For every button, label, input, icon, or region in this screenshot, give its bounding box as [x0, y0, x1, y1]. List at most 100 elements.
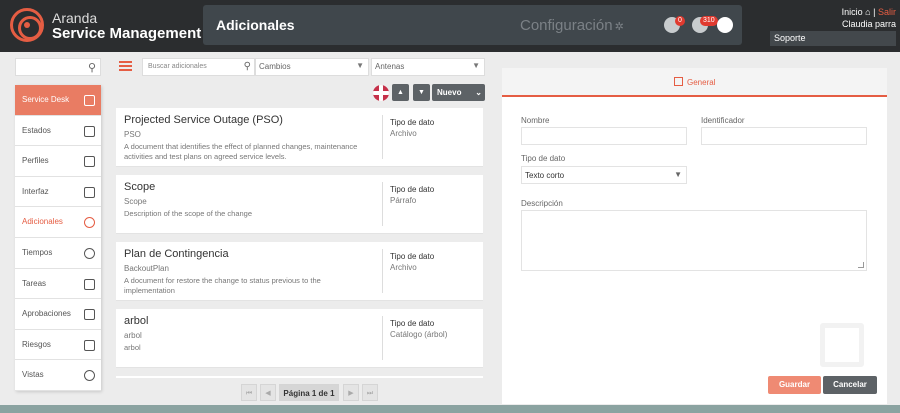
item-description: A document that identifies the effect of… [124, 142, 358, 161]
item-description: A document for restore the change to sta… [124, 276, 321, 295]
sidebar-item-service-desk[interactable]: Service Desk [15, 85, 101, 116]
config-label: Configuración [520, 17, 613, 34]
user-box: Inicio ⌂ | Salir Claudia parra [842, 6, 896, 30]
sidebar-item-label: Aprobaciones [22, 309, 71, 319]
item-title: Scope [124, 181, 156, 193]
language-flag-icon[interactable] [373, 85, 389, 101]
move-up-button[interactable]: ▲ [392, 84, 409, 101]
caret-down-icon: ▼ [472, 61, 480, 70]
sidebar-item-estados[interactable]: Estados [15, 116, 101, 147]
sidebar-item-vistas[interactable]: Vistas [15, 360, 101, 391]
caret-down-icon: ▼ [674, 170, 682, 179]
item-type-label: Tipo de dato [390, 185, 435, 194]
sidebar-item-aprobaciones[interactable]: Aprobaciones [15, 299, 101, 330]
item-title: Plan de Contingencia [124, 248, 229, 260]
prev-page-button[interactable]: ◀ [260, 384, 276, 401]
divider [382, 316, 383, 360]
search-icon[interactable]: ⚲ [244, 61, 251, 72]
config-menu[interactable]: Configuración ✲ [520, 17, 624, 34]
divider [382, 182, 383, 226]
support-select[interactable]: Soporte [770, 31, 896, 46]
logo-icon [10, 8, 44, 42]
item-type-label: Tipo de dato [390, 252, 435, 261]
home-icon[interactable]: ⌂ [865, 7, 870, 17]
hamburger-menu-icon[interactable] [119, 61, 132, 71]
item-identifier: arbol [124, 331, 142, 340]
list-item[interactable]: arbol arbol arbol Tipo de dato Catálogo … [116, 309, 483, 368]
item-identifier: Scope [124, 197, 147, 206]
sidebar-item-adicionales[interactable]: Adicionales [15, 207, 101, 238]
list-item[interactable] [116, 376, 483, 378]
tab-general-label: General [687, 78, 716, 87]
search-icon[interactable]: ⚲ [88, 61, 96, 74]
name-field[interactable] [521, 127, 687, 145]
caret-down-icon: ▼ [356, 61, 364, 70]
edit-icon [674, 77, 683, 86]
divider [382, 115, 383, 159]
datatype-select[interactable]: Texto corto ▼ [521, 166, 687, 184]
project-select[interactable]: Antenas ▼ [371, 58, 485, 76]
chevron-down-icon[interactable]: ⌄ [475, 84, 482, 101]
item-identifier: BackoutPlan [124, 264, 169, 273]
copy-icon [84, 125, 95, 137]
sidebar-item-label: Riesgos [22, 339, 51, 349]
badge-icon [84, 156, 95, 168]
stamp-icon [84, 309, 95, 321]
item-type-label: Tipo de dato [390, 319, 435, 328]
downloads-badge: 0 [675, 16, 685, 26]
list-item[interactable]: Scope Scope Description of the scope of … [116, 175, 483, 234]
sidebar: Service Desk Estados Perfiles Interfaz A… [15, 85, 101, 391]
save-button[interactable]: Guardar [768, 376, 821, 394]
stopwatch-icon [84, 247, 95, 259]
footer-bar [0, 405, 900, 413]
home-link[interactable]: Inicio [842, 7, 863, 17]
category-select[interactable]: Cambios ▼ [255, 58, 369, 76]
last-page-button[interactable]: ⏭ [362, 384, 378, 401]
sidebar-item-tiempos[interactable]: Tiempos [15, 238, 101, 269]
page-indicator: Página 1 de 1 [279, 384, 339, 401]
sidebar-item-perfiles[interactable]: Perfiles [15, 146, 101, 177]
sidebar-item-label: Vistas [22, 370, 44, 380]
sidebar-item-interfaz[interactable]: Interfaz [15, 177, 101, 208]
list-item[interactable]: Projected Service Outage (PSO) PSO A doc… [116, 108, 483, 167]
description-label: Descripción [521, 199, 563, 208]
item-description: Description of the scope of the change [124, 209, 252, 218]
brand-top-text: Aranda [52, 10, 98, 26]
item-type-value: Archivo [390, 129, 417, 138]
item-description: arbol [124, 343, 141, 352]
logout-link[interactable]: Salir [878, 7, 896, 17]
search-additional-input[interactable]: Buscar adicionales ⚲ [142, 58, 255, 76]
item-type-value: Párrafo [390, 196, 417, 205]
new-button-label: Nuevo [437, 88, 462, 97]
cancel-button[interactable]: Cancelar [823, 376, 877, 394]
avatar[interactable] [717, 17, 733, 33]
barrier-icon [84, 339, 95, 351]
copy-icon [84, 95, 95, 106]
tab-general[interactable]: General [674, 77, 715, 87]
move-down-button[interactable]: ▼ [413, 84, 430, 101]
edit-watermark-icon [820, 323, 864, 367]
sidebar-item-label: Perfiles [22, 156, 49, 166]
category-select-value: Cambios [259, 62, 291, 71]
notifications-badge: 310 [700, 16, 718, 26]
sidebar-item-label: Service Desk [22, 95, 70, 104]
sidebar-item-label: Estados [22, 125, 51, 135]
new-button[interactable]: Nuevo ⌄ [432, 84, 485, 101]
sidebar-item-label: Tareas [22, 278, 47, 288]
brand-bottom-text: Service Management [52, 25, 202, 42]
plus-circle-icon [84, 217, 95, 229]
list-item[interactable]: Plan de Contingencia BackoutPlan A docum… [116, 242, 483, 301]
next-page-button[interactable]: ▶ [343, 384, 359, 401]
identifier-field[interactable] [701, 127, 867, 145]
datatype-select-value: Texto corto [525, 171, 565, 180]
first-page-button[interactable]: ⏮ [241, 384, 257, 401]
item-type-value: Catálogo (árbol) [390, 330, 448, 339]
sidebar-item-riesgos[interactable]: Riesgos [15, 330, 101, 361]
sidebar-item-tareas[interactable]: Tareas [15, 269, 101, 300]
sidebar-search-input[interactable]: ⚲ [15, 58, 101, 76]
sidebar-item-label: Adicionales [22, 217, 63, 227]
search-placeholder: Buscar adicionales [148, 63, 207, 70]
description-textarea[interactable] [521, 210, 867, 271]
eye-icon [84, 370, 95, 382]
user-name: Claudia parra [841, 19, 896, 29]
